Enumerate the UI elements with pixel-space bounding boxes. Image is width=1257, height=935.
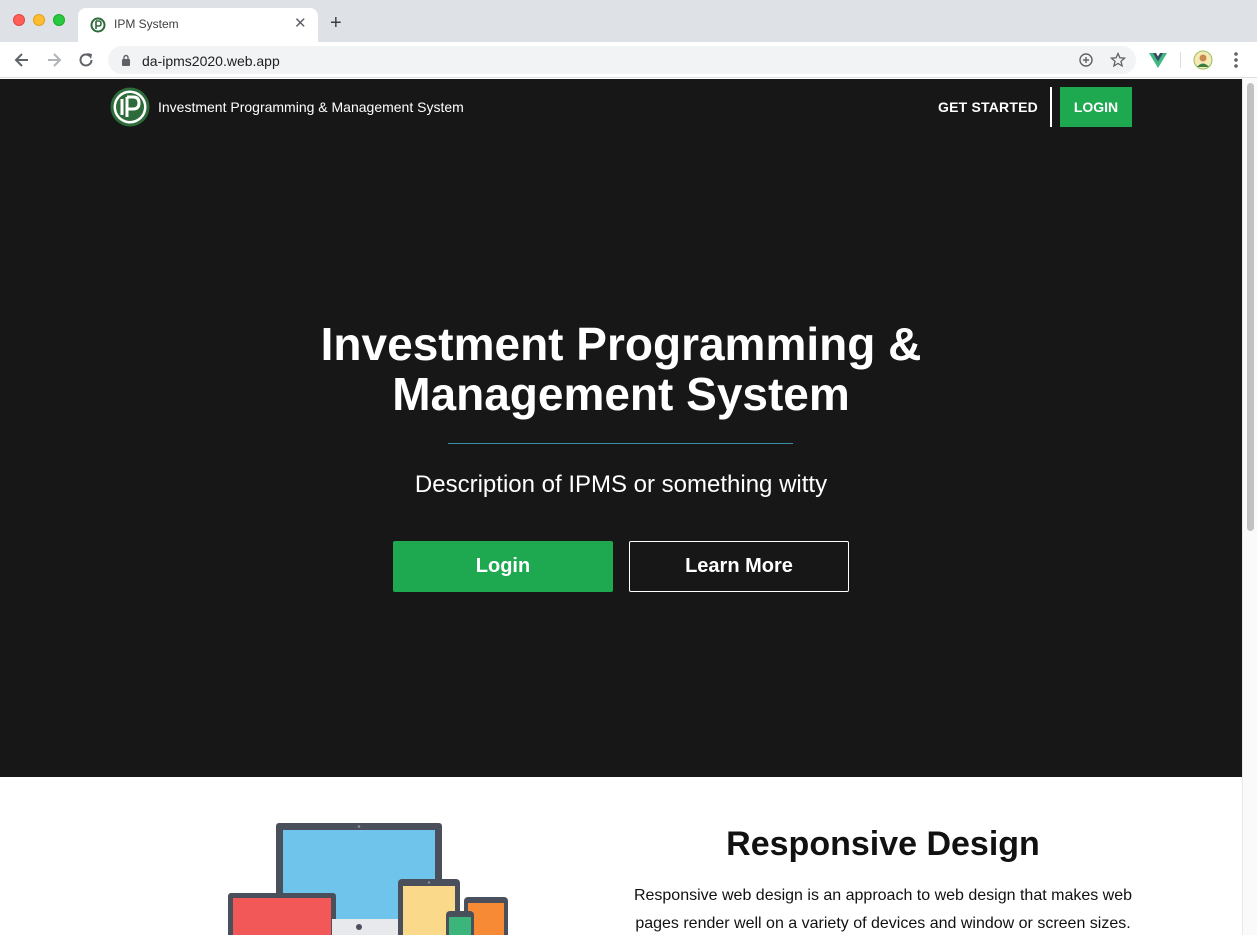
hero-subtitle: Description of IPMS or something witty	[414, 471, 828, 498]
browser-toolbar: da-ipms2020.web.app	[0, 42, 1257, 78]
nav-get-started-link[interactable]: GET STARTED	[938, 99, 1038, 115]
feature-description: Responsive web design is an approach to …	[633, 887, 1133, 932]
hero-divider	[448, 443, 793, 444]
close-window-button[interactable]	[13, 14, 25, 26]
hero-login-button[interactable]: Login	[393, 541, 613, 592]
address-bar[interactable]: da-ipms2020.web.app	[108, 46, 1136, 74]
page-viewport: Investment Programming & Management Syst…	[0, 79, 1257, 935]
page-scrollbar[interactable]	[1242, 79, 1257, 935]
back-icon[interactable]	[12, 50, 32, 70]
browser-tab-bar: IPM System ✕ +	[0, 0, 1257, 42]
hero-title: Investment Programming & Management Syst…	[320, 318, 922, 420]
add-page-icon[interactable]	[1078, 52, 1094, 68]
star-icon[interactable]	[1110, 52, 1126, 68]
url-text: da-ipms2020.web.app	[142, 53, 280, 69]
tab-title: IPM System	[114, 17, 179, 31]
browser-tab[interactable]: IPM System ✕	[78, 8, 318, 42]
vue-devtools-icon[interactable]	[1148, 50, 1168, 70]
forward-icon[interactable]	[44, 50, 64, 70]
scrollbar-thumb[interactable]	[1247, 83, 1254, 531]
close-tab-icon[interactable]: ✕	[294, 15, 307, 33]
ipms-logo-icon[interactable]	[110, 87, 150, 127]
menu-icon[interactable]	[1226, 50, 1246, 70]
maximize-window-button[interactable]	[53, 14, 65, 26]
toolbar-divider	[1180, 52, 1181, 68]
nav-divider	[1050, 87, 1052, 127]
hero-learn-more-button[interactable]: Learn More	[629, 541, 849, 592]
new-tab-button[interactable]: +	[330, 13, 342, 33]
devices-illustration	[228, 823, 508, 935]
responsive-design-section: Responsive Design Responsive web design …	[0, 777, 1242, 935]
hero-section: Investment Programming & Management Syst…	[0, 79, 1242, 777]
site-favicon-icon	[90, 17, 106, 33]
reload-icon[interactable]	[76, 50, 96, 70]
feature-title: Responsive Design	[726, 825, 1040, 863]
minimize-window-button[interactable]	[33, 14, 45, 26]
profile-icon[interactable]	[1193, 50, 1213, 70]
nav-login-button[interactable]: LOGIN	[1060, 87, 1132, 127]
brand-name[interactable]: Investment Programming & Management Syst…	[158, 99, 464, 115]
lock-icon	[122, 54, 130, 66]
